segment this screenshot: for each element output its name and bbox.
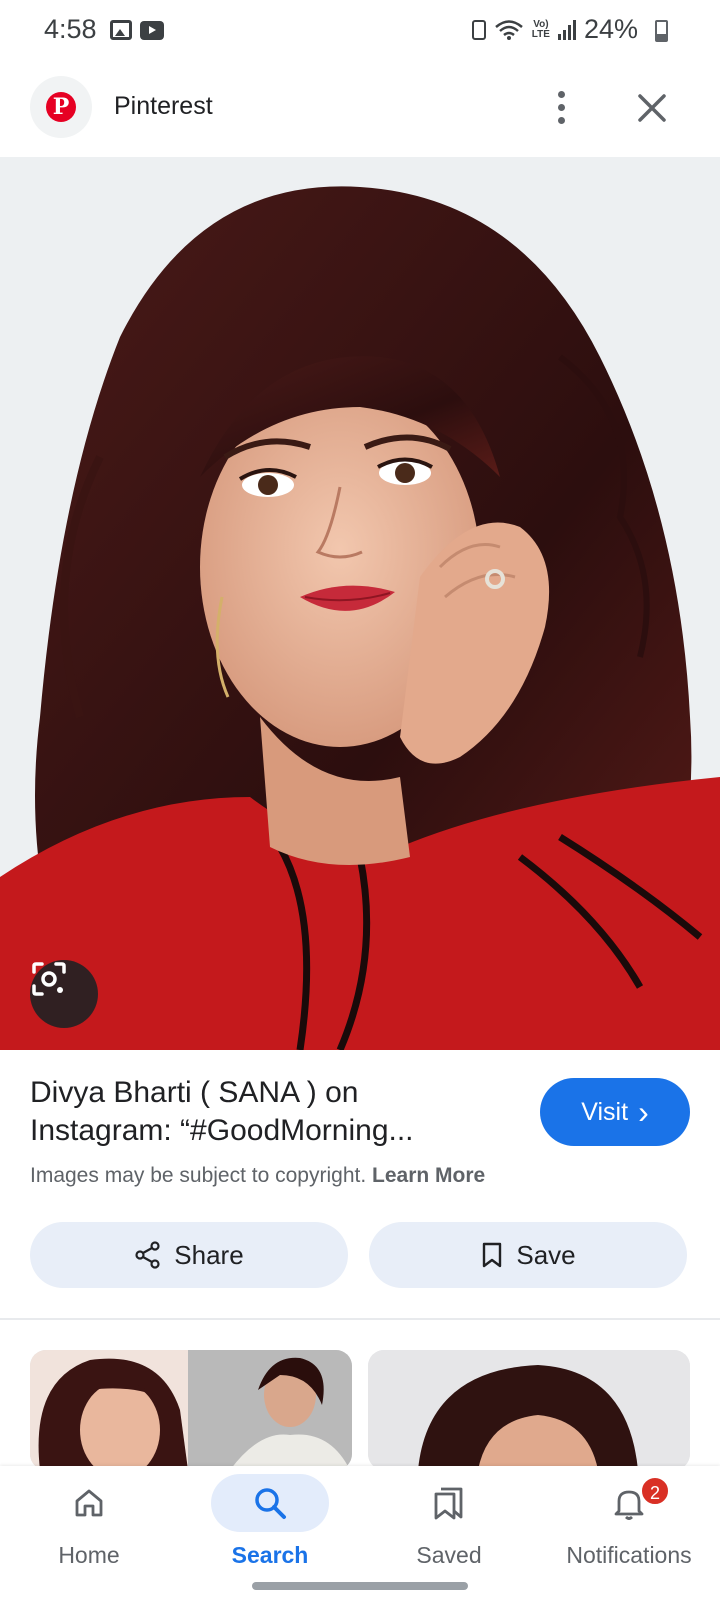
battery-percent: 24%	[583, 14, 638, 44]
signal-icon	[557, 19, 576, 40]
notification-icons	[110, 20, 164, 40]
copyright-text: Images may be subject to copyright.	[30, 1164, 367, 1187]
notification-badge: 2	[640, 1476, 670, 1506]
related-image[interactable]	[30, 1350, 352, 1470]
battery-icon	[655, 20, 668, 42]
pinterest-logo-letter: P	[46, 92, 76, 122]
youtube-notification-icon	[140, 21, 164, 40]
status-right-icons: Vo) LTE 24%	[471, 14, 638, 45]
learn-more-link[interactable]: Learn More	[372, 1164, 485, 1187]
home-indicator[interactable]	[252, 1582, 468, 1590]
source-header: P Pinterest	[0, 70, 720, 150]
site-name: Pinterest	[114, 92, 213, 120]
share-button[interactable]: Share	[30, 1222, 348, 1288]
search-icon	[255, 1488, 286, 1519]
nfc-icon	[471, 19, 486, 40]
chevron-right-icon: ›	[638, 1094, 649, 1130]
related-image-graphic	[30, 1350, 352, 1470]
copyright-notice: Images may be subject to copyright. Lear…	[30, 1164, 485, 1188]
wifi-icon	[494, 19, 523, 40]
pinterest-logo[interactable]: P	[30, 76, 92, 138]
nav-search[interactable]: Search	[185, 1466, 355, 1586]
nav-saved-icon-wrap	[390, 1474, 508, 1532]
google-lens-button[interactable]	[30, 960, 98, 1028]
related-image[interactable]	[368, 1350, 690, 1470]
share-label: Share	[174, 1239, 244, 1270]
divider	[0, 1318, 720, 1320]
nav-search-icon-wrap	[211, 1474, 329, 1532]
status-bar: 4:58 Vo) LTE 24%	[0, 0, 720, 62]
bottom-navigation: Home Search Saved 2 Notifications	[0, 1466, 720, 1600]
nav-notifications-label: Notifications	[566, 1542, 692, 1568]
lens-icon	[32, 962, 66, 996]
related-image-graphic	[368, 1350, 690, 1470]
result-title[interactable]: Divya Bharti ( SANA ) on Instagram: “#Go…	[30, 1074, 500, 1150]
more-options-button[interactable]	[540, 84, 582, 130]
nav-saved[interactable]: Saved	[364, 1466, 534, 1586]
nav-home-label: Home	[58, 1542, 120, 1568]
visit-label: Visit	[581, 1097, 629, 1126]
nav-notifications-icon-wrap	[570, 1474, 688, 1532]
nav-search-label: Search	[231, 1542, 309, 1568]
close-icon[interactable]	[628, 84, 676, 132]
nav-notifications[interactable]: 2 Notifications	[544, 1466, 714, 1586]
bookmark-icon	[483, 1242, 502, 1268]
volte-icon: Vo) LTE	[531, 18, 550, 40]
nav-home-icon-wrap	[30, 1474, 148, 1532]
result-image[interactable]	[0, 157, 720, 1050]
gallery-notification-icon	[110, 20, 132, 40]
nav-home[interactable]: Home	[4, 1466, 174, 1586]
status-time: 4:58	[44, 14, 97, 44]
home-icon	[75, 1489, 103, 1517]
visit-button[interactable]: Visit ›	[540, 1078, 690, 1146]
save-button[interactable]: Save	[369, 1222, 687, 1288]
save-label: Save	[516, 1239, 576, 1270]
portrait-image	[0, 157, 720, 1050]
share-icon	[135, 1241, 160, 1269]
saved-icon	[434, 1487, 463, 1520]
nav-saved-label: Saved	[416, 1542, 482, 1568]
